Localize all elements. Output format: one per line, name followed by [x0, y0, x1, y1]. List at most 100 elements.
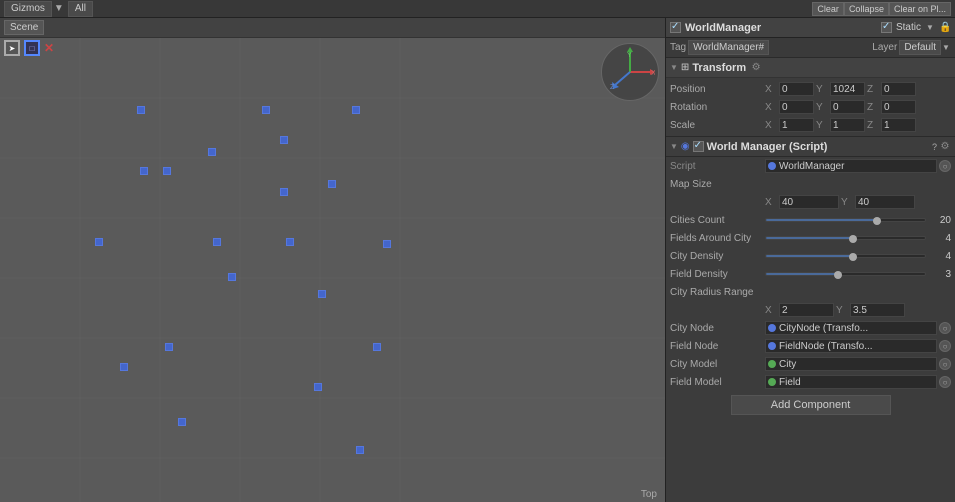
- blue-square: [228, 273, 236, 281]
- scene-tab[interactable]: Scene: [4, 20, 44, 35]
- field-density-fill: [766, 273, 838, 275]
- city-node-select-btn[interactable]: ○: [939, 322, 951, 334]
- transform-title: Transform: [692, 62, 746, 74]
- field-density-track[interactable]: [765, 272, 926, 276]
- field-model-field[interactable]: Field: [765, 375, 937, 389]
- wm-enabled-checkbox[interactable]: [693, 141, 704, 152]
- cities-count-label: Cities Count: [670, 215, 765, 226]
- clear-button[interactable]: Clear: [812, 2, 844, 16]
- city-model-field[interactable]: City: [765, 357, 937, 371]
- fields-around-city-value: 4: [929, 233, 951, 244]
- script-select-btn[interactable]: ○: [939, 160, 951, 172]
- static-checkbox[interactable]: [881, 22, 892, 33]
- city-node-field[interactable]: CityNode (Transfo...: [765, 321, 937, 335]
- map-x-field[interactable]: [779, 195, 839, 209]
- pos-z-label: Z: [867, 84, 879, 95]
- city-density-label: City Density: [670, 251, 765, 262]
- field-node-field[interactable]: FieldNode (Transfo...: [765, 339, 937, 353]
- layer-button[interactable]: Default: [899, 40, 941, 55]
- city-density-thumb[interactable]: [849, 253, 857, 261]
- pos-y-field[interactable]: [830, 82, 865, 96]
- field-node-row: Field Node FieldNode (Transfo... ○: [666, 337, 955, 355]
- blue-square: [165, 343, 173, 351]
- map-size-xy-row: X Y: [666, 193, 955, 211]
- layer-dropdown-arrow[interactable]: ▼: [941, 43, 951, 52]
- blue-square: [213, 238, 221, 246]
- grid-overlay: [0, 38, 665, 502]
- transform-gear-icon[interactable]: ⚙: [750, 62, 762, 74]
- field-model-select-btn[interactable]: ○: [939, 376, 951, 388]
- wm-gear-icon[interactable]: ⚙: [939, 141, 951, 153]
- wm-help-icon[interactable]: ?: [932, 142, 937, 152]
- gizmos-button[interactable]: Gizmos: [4, 1, 52, 17]
- transform-icon: ⊞: [681, 62, 689, 73]
- static-dropdown-arrow[interactable]: ▼: [925, 23, 935, 32]
- top-toolbar: Gizmos ▼ All Clear Collapse Clear on Pl.…: [0, 0, 955, 18]
- blue-square: [286, 238, 294, 246]
- script-dot: [768, 162, 776, 170]
- world-manager-header[interactable]: ▼ ◉ World Manager (Script) ? ⚙: [666, 137, 955, 157]
- collapse-button[interactable]: Collapse: [844, 2, 889, 16]
- scene-canvas[interactable]: X Y Z ➤ □ ✕ Top: [0, 18, 665, 502]
- gameobject-name: WorldManager: [685, 22, 761, 34]
- field-node-value: FieldNode (Transfo...: [779, 341, 873, 352]
- city-density-track[interactable]: [765, 254, 926, 258]
- transform-body: Position X Y Z Rotation X Y Z: [666, 78, 955, 137]
- fields-around-city-thumb[interactable]: [849, 235, 857, 243]
- rot-z-field[interactable]: [881, 100, 916, 114]
- clear-on-play-button[interactable]: Clear on Pl...: [889, 2, 951, 16]
- blue-square: [280, 188, 288, 196]
- fields-around-city-track[interactable]: [765, 236, 926, 240]
- city-model-value: City: [779, 359, 796, 370]
- city-model-select-btn[interactable]: ○: [939, 358, 951, 370]
- transform-icons: ⚙: [750, 62, 762, 74]
- wm-icon: ◉: [681, 141, 690, 152]
- scale-y-field[interactable]: [830, 118, 865, 132]
- blue-square: [208, 148, 216, 156]
- blue-square: [120, 363, 128, 371]
- scale-z-label: Z: [867, 120, 879, 131]
- add-component-button[interactable]: Add Component: [731, 395, 891, 415]
- scale-z-field[interactable]: [881, 118, 916, 132]
- svg-text:Y: Y: [627, 52, 632, 59]
- rot-x-field[interactable]: [779, 100, 814, 114]
- script-field[interactable]: WorldManager: [765, 159, 937, 173]
- gizmo-widget[interactable]: X Y Z: [601, 43, 661, 103]
- active-checkbox[interactable]: [670, 22, 681, 33]
- tag-button[interactable]: WorldManager#: [688, 40, 769, 55]
- scene-view[interactable]: Scene X: [0, 18, 665, 502]
- rot-y-field[interactable]: [830, 100, 865, 114]
- rotation-values: X Y Z: [765, 100, 951, 114]
- cities-count-thumb[interactable]: [873, 217, 881, 225]
- pos-x-field[interactable]: [779, 82, 814, 96]
- cities-count-track[interactable]: [765, 218, 926, 222]
- field-node-select-btn[interactable]: ○: [939, 340, 951, 352]
- city-node-dot: [768, 324, 776, 332]
- map-size-values: X Y: [765, 195, 951, 209]
- scale-values: X Y Z: [765, 118, 951, 132]
- city-radius-values: X Y: [765, 303, 951, 317]
- city-density-row: City Density 4: [666, 247, 955, 265]
- cities-count-slider-container: 20: [765, 215, 951, 226]
- city-radius-xy-row: X Y: [666, 301, 955, 319]
- all-button[interactable]: All: [68, 1, 93, 17]
- lock-icon[interactable]: 🔒: [939, 22, 951, 34]
- scale-x-field[interactable]: [779, 118, 814, 132]
- scale-y-label: Y: [816, 120, 828, 131]
- radius-x-field[interactable]: [779, 303, 834, 317]
- transform-header[interactable]: ▼ ⊞ Transform ⚙: [666, 58, 955, 78]
- map-y-field[interactable]: [855, 195, 915, 209]
- radius-y-field[interactable]: [850, 303, 905, 317]
- pos-z-field[interactable]: [881, 82, 916, 96]
- field-density-thumb[interactable]: [834, 271, 842, 279]
- script-label: Script: [670, 161, 765, 172]
- wm-title: World Manager (Script): [707, 141, 828, 153]
- fields-around-city-fill: [766, 237, 853, 239]
- gizmo-circle[interactable]: X Y Z: [601, 43, 659, 101]
- field-node-dot: [768, 342, 776, 350]
- pos-y-label: Y: [816, 84, 828, 95]
- scene-header: Scene: [0, 18, 665, 38]
- transform-foldout-arrow: ▼: [670, 63, 678, 72]
- fields-around-city-slider-container: 4: [765, 233, 951, 244]
- map-size-label: Map Size: [670, 179, 765, 190]
